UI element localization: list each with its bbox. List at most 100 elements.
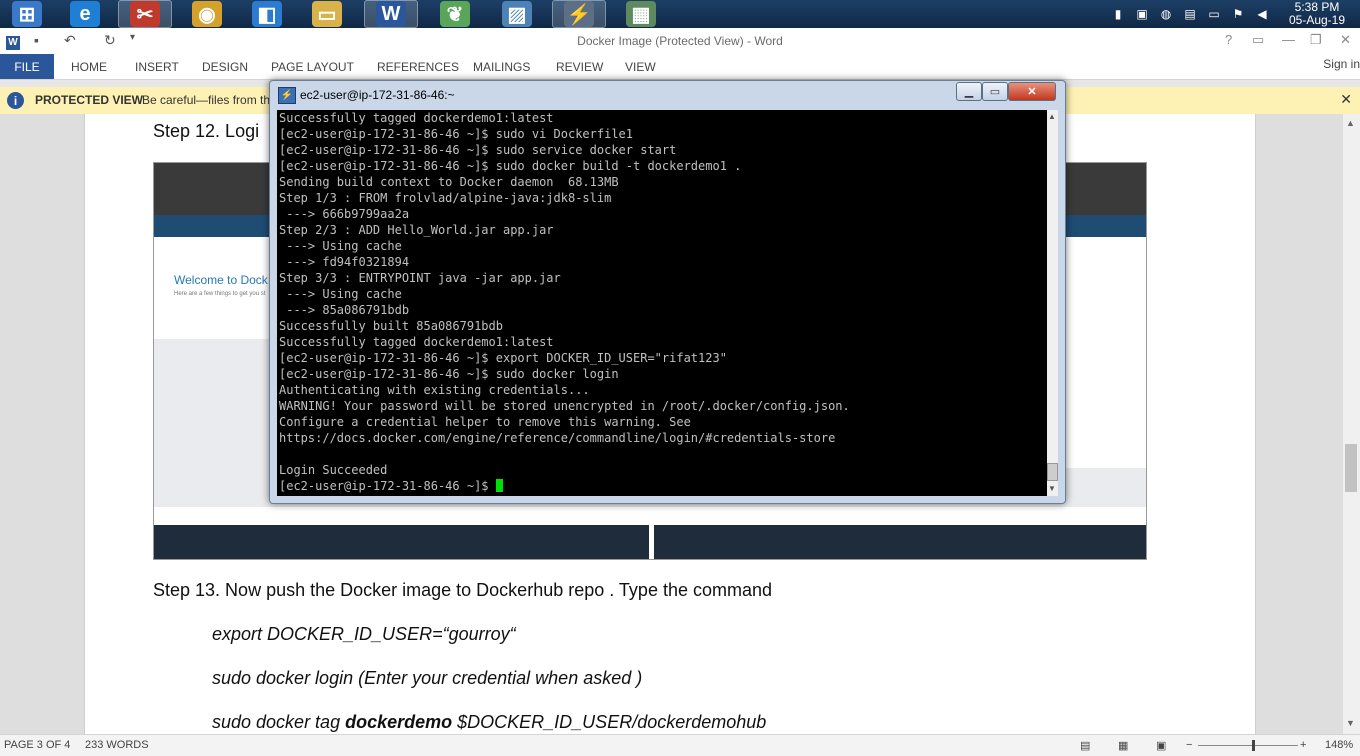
tab-design[interactable]: DESIGN: [202, 60, 248, 74]
terminal-line: [ec2-user@ip-172-31-86-46 ~]$ sudo docke…: [279, 367, 619, 381]
welcome-text: Welcome to Dock: [174, 273, 268, 287]
taskbar-app-start[interactable]: ⊞: [0, 0, 54, 28]
status-bar: PAGE 3 OF 4 233 WORDS ▤ ▦ ▣ − + 148%: [0, 734, 1360, 756]
protected-view-title: PROTECTED VIEW: [35, 93, 144, 107]
terminal-title: ec2-user@ip-172-31-86-46:~: [300, 88, 455, 102]
flag-icon[interactable]: ⚑: [1229, 6, 1247, 22]
network-tool-icon: ▦: [626, 1, 656, 27]
terminal-line: ---> 666b9799aa2a: [286, 207, 410, 221]
terminal-minimize-button[interactable]: ▁: [956, 82, 982, 101]
zoom-out-icon[interactable]: −: [1186, 739, 1192, 751]
taskbar-app-visual-studio-code[interactable]: ◧: [240, 0, 294, 28]
terminal-title-bar[interactable]: ⚡ ec2-user@ip-172-31-86-46:~ ▁ ▭ ✕: [270, 81, 1065, 109]
taskbar-app-snipping-tool[interactable]: ✂: [118, 0, 172, 28]
scroll-thumb[interactable]: [1345, 444, 1357, 492]
zoom-level[interactable]: 148%: [1325, 739, 1353, 751]
terminal-maximize-button[interactable]: ▭: [982, 82, 1008, 101]
ribbon-tabs: FILE HOME INSERT DESIGN PAGE LAYOUT REFE…: [0, 54, 1360, 80]
picture-viewer-icon: ▨: [502, 1, 532, 27]
taskbar-app-spring-tool-suite[interactable]: ❦: [428, 0, 482, 28]
tab-home[interactable]: HOME: [71, 60, 107, 74]
terminal-line: Step 2/3 : ADD Hello_World.jar app.jar: [279, 223, 554, 237]
tab-view[interactable]: VIEW: [625, 60, 656, 74]
terminal-prompt: [ec2-user@ip-172-31-86-46 ~]$: [279, 479, 496, 493]
monitor-icon[interactable]: ▭: [1205, 6, 1223, 22]
taskbar-app-picture-viewer[interactable]: ▨: [490, 0, 544, 28]
terminal-line: ---> Using cache: [286, 287, 402, 301]
word-title-bar: W ▪ ↶ ↻ ▾ Docker Image (Protected View) …: [0, 28, 1360, 54]
language-icon[interactable]: ▤: [1181, 6, 1199, 22]
word-count[interactable]: 233 WORDS: [85, 739, 149, 751]
terminal-scrollbar[interactable]: ▲ ▼: [1047, 110, 1058, 496]
vertical-scrollbar[interactable]: ▲ ▼: [1342, 114, 1360, 734]
scroll-down-icon[interactable]: ▼: [1346, 718, 1355, 728]
tab-review[interactable]: REVIEW: [556, 60, 603, 74]
taskbar-app-file-explorer[interactable]: ▭: [300, 0, 354, 28]
close-bar-icon[interactable]: ✕: [1340, 91, 1352, 108]
terminal-line: https://docs.docker.com/engine/reference…: [279, 431, 836, 445]
zoom-slider[interactable]: [1198, 740, 1298, 751]
internet-explorer-icon: e: [70, 1, 100, 27]
terminal-screen[interactable]: Successfully tagged dockerdemo1:latest […: [277, 110, 1047, 496]
maximize-icon[interactable]: ❐: [1310, 32, 1322, 48]
taskbar-app-network-tool[interactable]: ▦: [614, 0, 668, 28]
command-tag-image: dockerdemo: [345, 712, 453, 732]
volume-icon[interactable]: ◀: [1253, 6, 1271, 22]
minimize-icon[interactable]: —: [1282, 32, 1295, 47]
scroll-up-icon[interactable]: ▲: [1346, 118, 1355, 128]
tab-page-layout[interactable]: PAGE LAYOUT: [271, 60, 354, 74]
sign-in-link[interactable]: Sign in: [1323, 57, 1360, 71]
web-layout-icon[interactable]: ▣: [1156, 739, 1166, 752]
command-login: sudo docker login (Enter your credential…: [212, 668, 643, 688]
taskbar-app-word[interactable]: W: [364, 0, 418, 28]
terminal-close-button[interactable]: ✕: [1008, 82, 1056, 101]
terminal-scroll-thumb[interactable]: [1047, 463, 1058, 481]
terminal-line: ---> Using cache: [286, 239, 402, 253]
chrome-icon: ◉: [192, 1, 222, 27]
command-tag-suffix: $DOCKER_ID_USER/dockerdemohub: [452, 712, 767, 732]
close-icon[interactable]: ✕: [1340, 32, 1351, 48]
zoom-slider-thumb[interactable]: [1252, 740, 1255, 751]
spring-tool-suite-icon: ❦: [440, 1, 470, 27]
taskbar-app-putty[interactable]: ⚡: [552, 0, 606, 28]
command-tag-prefix: sudo docker tag: [212, 712, 346, 732]
tab-references[interactable]: REFERENCES: [377, 60, 459, 74]
terminal-line: [ec2-user@ip-172-31-86-46 ~]$ sudo servi…: [279, 143, 677, 157]
terminal-line: Step 3/3 : ENTRYPOINT java -jar app.jar: [279, 271, 561, 285]
ribbon-display-icon[interactable]: ▭: [1252, 32, 1264, 48]
notification-icon[interactable]: ▮: [1109, 6, 1127, 22]
tab-file[interactable]: FILE: [0, 54, 54, 79]
tab-insert[interactable]: INSERT: [135, 60, 179, 74]
visual-studio-code-icon: ◧: [252, 1, 282, 27]
window-title: Docker Image (Protected View) - Word: [577, 34, 783, 48]
terminal-line: Successfully tagged dockerdemo1:latest: [279, 111, 554, 125]
taskbar-app-internet-explorer[interactable]: e: [58, 0, 112, 28]
terminal-cursor: [495, 479, 503, 492]
terminal-scroll-down-icon[interactable]: ▼: [1048, 484, 1056, 493]
zoom-in-icon[interactable]: +: [1300, 739, 1306, 751]
terminal-line: [ec2-user@ip-172-31-86-46 ~]$ export DOC…: [279, 351, 727, 365]
terminal-scroll-up-icon[interactable]: ▲: [1048, 112, 1056, 121]
taskbar-app-chrome[interactable]: ◉: [180, 0, 234, 28]
snipping-tool-icon: ✂: [130, 1, 160, 27]
putty-icon: ⚡: [564, 1, 594, 27]
welcome-subtext: Here are a few things to get you st: [174, 291, 266, 297]
terminal-line: ---> fd94f0321894: [286, 255, 410, 269]
clock-date: 05-Aug-19: [1288, 13, 1346, 27]
windows-taskbar: ⊞ e ✂ ◉ ◧ ▭ W ❦ ▨ ⚡ ▦ ▮ ▣ ◍ ▤ ▭ ⚑ ◀ 5:38 PM 05-Aug…: [0, 0, 1360, 29]
device-icon[interactable]: ▣: [1133, 6, 1151, 22]
read-mode-icon[interactable]: ▤: [1080, 739, 1090, 752]
terminal-line: Step 1/3 : FROM frolvlad/alpine-java:jdk…: [279, 191, 612, 205]
terminal-output: Successfully tagged dockerdemo1:latest […: [279, 110, 850, 494]
page-count[interactable]: PAGE 3 OF 4: [4, 739, 70, 751]
terminal-line: WARNING! Your password will be stored un…: [279, 399, 850, 413]
word-icon: W: [376, 1, 406, 27]
terminal-line: Successfully built 85a086791bdb: [279, 319, 503, 333]
start-icon: ⊞: [12, 1, 42, 27]
tab-mailings[interactable]: MAILINGS: [473, 60, 530, 74]
print-layout-icon[interactable]: ▦: [1118, 739, 1128, 752]
terminal-window[interactable]: ⚡ ec2-user@ip-172-31-86-46:~ ▁ ▭ ✕ Succe…: [269, 80, 1066, 504]
help-icon[interactable]: ?: [1225, 32, 1232, 47]
antivirus-icon[interactable]: ◍: [1157, 6, 1175, 22]
clock[interactable]: 5:38 PM 05-Aug-19: [1274, 1, 1360, 27]
